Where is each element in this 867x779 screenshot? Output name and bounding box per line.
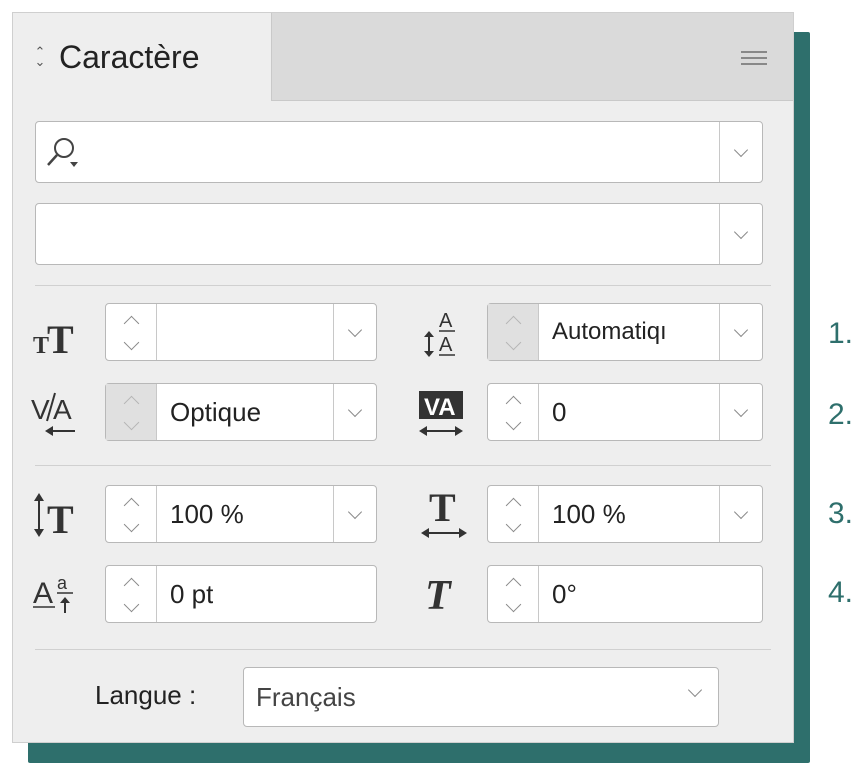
arrow-down-icon [505,414,521,431]
callout-3: 3. [828,497,854,530]
skew-stepper[interactable] [488,566,539,622]
tracking-dropdown[interactable] [719,384,762,440]
separator [35,649,771,650]
kerning-value: Optique [170,396,262,427]
font-size-stepper[interactable] [106,304,157,360]
skew-value: 0° [552,578,577,609]
baseline-shift-value: 0 pt [170,578,214,609]
arrow-up-icon [505,395,521,412]
horizontal-scale-value: 100 % [552,498,626,529]
svg-text:T: T [47,497,74,542]
tracking-value: 0 [552,396,567,427]
horizontal-scale-icon: T [421,485,467,538]
chevron-down-icon [347,504,363,519]
font-family-dropdown[interactable] [719,122,762,182]
vertical-scale-value: 100 % [170,498,244,529]
arrow-down-icon [505,596,521,613]
svg-text:T: T [425,573,453,619]
horizontal-scale-dropdown[interactable] [719,486,762,542]
arrow-down-icon [505,516,521,533]
font-size-dropdown[interactable] [333,304,376,360]
horizontal-scale-field[interactable]: 100 % [487,485,763,543]
kerning-field[interactable]: Optique [105,383,377,441]
vertical-scale-field[interactable]: 100 % [105,485,377,543]
tracking-field[interactable]: 0 [487,383,763,441]
separator [35,465,771,466]
leading-dropdown[interactable] [719,304,762,360]
language-value: Français [256,681,356,712]
chevron-down-icon [347,322,363,337]
collapse-arrows-icon[interactable]: ⌃ ⌄ [33,45,47,68]
arrow-down-icon [123,334,139,351]
callout-2: 2. [828,398,854,431]
horizontal-scale-stepper[interactable] [488,486,539,542]
vertical-scale-stepper[interactable] [106,486,157,542]
arrow-up-icon [123,497,139,514]
tracking-stepper[interactable] [488,384,539,440]
chevron-down-icon [347,402,363,417]
language-select[interactable]: Français [243,667,719,727]
font-style-dropdown[interactable] [719,204,762,264]
character-panel: ⌃ ⌄ Caractère T T A A Automatiqı V A Opt… [12,12,794,743]
font-size-field[interactable] [105,303,377,361]
hamburger-menu-icon[interactable] [741,51,767,69]
leading-field[interactable]: Automatiqı [487,303,763,361]
tracking-icon: VA [419,391,463,436]
svg-text:A: A [439,310,453,332]
svg-text:A: A [439,334,453,356]
font-family-combo[interactable] [35,121,763,183]
chevron-down-icon [733,224,749,239]
font-style-combo[interactable] [35,203,763,265]
font-size-icon: T T [33,317,74,362]
tab-caractere[interactable]: ⌃ ⌄ Caractère [13,13,272,101]
arrow-down-icon [123,414,139,431]
svg-text:a: a [57,573,68,593]
baseline-shift-field[interactable]: 0 pt [105,565,377,623]
vertical-scale-dropdown[interactable] [333,486,376,542]
callout-1: 1. [828,317,854,350]
svg-text:A: A [33,577,53,610]
kerning-stepper [106,384,157,440]
chevron-down-icon [733,322,749,337]
separator [35,285,771,286]
search-icon [47,138,78,167]
baseline-shift-stepper[interactable] [106,566,157,622]
svg-text:VA: VA [424,394,456,421]
svg-text:T: T [47,317,74,362]
arrow-up-icon [123,577,139,594]
chevron-down-icon [733,402,749,417]
leading-icon: A A [424,310,455,357]
arrow-up-icon [505,577,521,594]
skew-field[interactable]: 0° [487,565,763,623]
chevron-down-icon [687,682,703,698]
chevron-down-icon [733,142,749,157]
callout-4: 4. [828,576,854,609]
arrow-down-icon [123,516,139,533]
tab-title: Caractère [59,38,200,75]
tab-bar: ⌃ ⌄ Caractère [13,13,793,101]
arrow-down-icon [123,596,139,613]
baseline-shift-icon: A a [33,573,73,613]
vertical-scale-icon: T [34,493,74,542]
arrow-up-icon [123,395,139,412]
leading-value: Automatiqı [552,318,667,345]
leading-stepper [488,304,539,360]
language-label: Langue : [95,680,197,710]
svg-text:A: A [53,394,72,425]
arrow-up-icon [505,315,521,332]
arrow-down-icon [505,334,521,351]
arrow-up-icon [505,497,521,514]
kerning-dropdown[interactable] [333,384,376,440]
arrow-up-icon [123,315,139,332]
kerning-icon: V A [31,392,75,436]
svg-text:T: T [429,485,456,530]
skew-icon: T [425,573,453,619]
chevron-down-icon [733,504,749,519]
